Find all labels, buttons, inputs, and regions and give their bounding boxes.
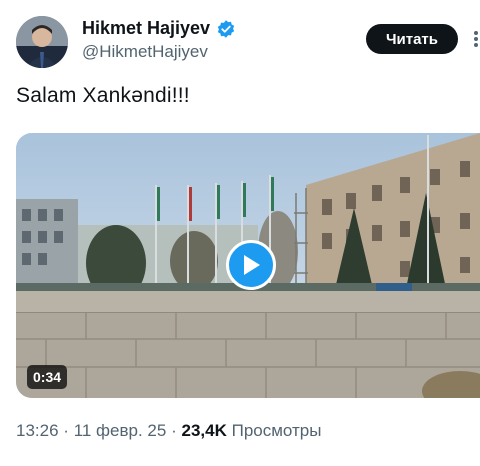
tweet-date[interactable]: 11 февр. 25	[74, 421, 167, 440]
views-label: Просмотры	[231, 421, 322, 440]
tweet-text: Salam Xankəndi!!!	[16, 84, 190, 107]
author-block: Hikmet Hajiyev @HikmetHajiyev	[82, 18, 236, 62]
more-options-icon[interactable]	[470, 30, 480, 48]
play-button[interactable]	[226, 240, 276, 290]
avatar-photo	[16, 16, 68, 68]
meta-separator: ·	[63, 421, 69, 440]
tweet-meta: 13:26 · 11 февр. 25 · 23,4K Просмотры	[16, 421, 321, 441]
tweet-time[interactable]: 13:26	[16, 421, 59, 440]
video-duration-badge: 0:34	[27, 365, 68, 389]
verified-badge-icon	[217, 19, 235, 38]
author-handle[interactable]: @HikmetHajiyev	[82, 42, 236, 62]
author-name[interactable]: Hikmet Hajiyev	[82, 18, 210, 39]
follow-button[interactable]: Читать	[366, 24, 458, 54]
meta-separator: ·	[171, 421, 177, 440]
avatar[interactable]	[16, 16, 68, 68]
views-count: 23,4K	[181, 421, 227, 440]
play-icon	[244, 255, 260, 275]
